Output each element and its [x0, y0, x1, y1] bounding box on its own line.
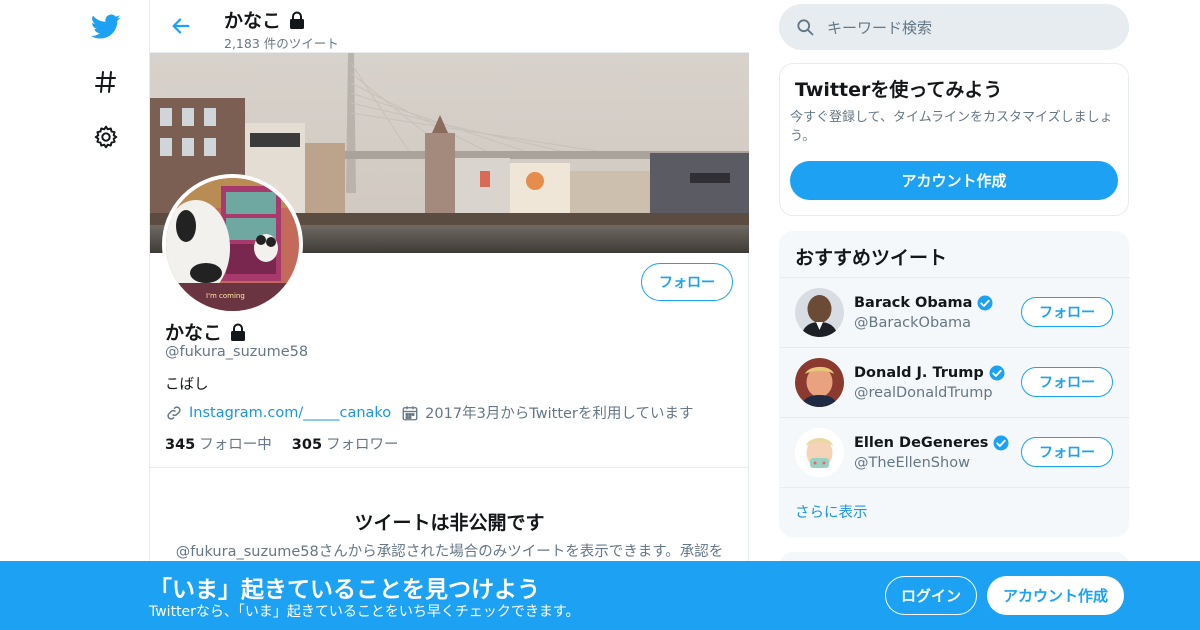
bottom-bar-title: 「いま」起きていることを見つけよう — [149, 577, 540, 603]
profile-bio: こばし — [165, 377, 209, 393]
rec-name-text: Barack Obama — [854, 295, 973, 311]
rec-name-text: Donald J. Trump — [854, 365, 984, 381]
signup-card-description: 今すぐ登録して、タイムラインをカスタマイズしましょう。 — [790, 110, 1113, 144]
private-description: @fukura_suzume58さんから承認された場合のみツイートを表示できます… — [175, 544, 724, 560]
followers-label: フォロワー — [326, 437, 399, 453]
search-placeholder: キーワード検索 — [827, 18, 933, 37]
left-nav — [78, 0, 134, 630]
recommended-card: おすすめツイート Barack Obama @BarackObama フォロー … — [779, 231, 1130, 537]
search-icon — [797, 19, 814, 36]
profile-avatar[interactable]: I'm coming — [162, 174, 303, 315]
profile-meta: Instagram.com/_____canako 2017年3月からTwitt… — [165, 402, 693, 423]
followers-count: 305 — [291, 437, 323, 453]
rec-name: Ellen DeGeneres — [854, 434, 1010, 452]
list-item[interactable]: Barack Obama @BarackObama フォロー — [780, 277, 1130, 347]
login-button[interactable]: ログイン — [885, 576, 977, 615]
twitter-logo-icon[interactable] — [88, 9, 124, 45]
following-stat[interactable]: 345 フォロー中 — [165, 433, 272, 454]
lock-icon — [231, 323, 246, 341]
list-item[interactable]: Ellen DeGeneres @TheEllenShow フォロー — [780, 417, 1130, 487]
following-label: フォロー中 — [199, 437, 272, 453]
avatar[interactable] — [795, 288, 844, 337]
follow-button[interactable]: フォロー — [1021, 437, 1113, 467]
rec-name: Barack Obama — [854, 294, 994, 312]
profile-header: かなこ 2,183 件のツイート — [150, 0, 749, 53]
signup-button[interactable]: アカウント作成 — [987, 576, 1124, 615]
profile-handle: @fukura_suzume58 — [165, 344, 309, 360]
profile-link[interactable]: Instagram.com/_____canako — [189, 405, 391, 421]
avatar-caption: I'm coming — [206, 292, 245, 300]
private-title: ツイートは非公開です — [354, 512, 545, 534]
rec-name: Donald J. Trump — [854, 364, 1006, 382]
signup-bottom-bar: 「いま」起きていることを見つけよう Twitterなら、「いま」起きていることを… — [0, 561, 1200, 630]
followers-stat[interactable]: 305 フォロワー — [292, 433, 399, 454]
verified-badge-icon — [993, 435, 1009, 451]
tweet-count: 2,183 件のツイート — [224, 36, 339, 51]
profile-column: かなこ 2,183 件のツイート I'm coming フォロー かなこ @fu… — [149, 0, 749, 630]
rec-handle: @BarackObama — [854, 315, 972, 331]
create-account-button[interactable]: アカウント作成 — [790, 161, 1118, 200]
divider — [780, 487, 1130, 488]
signup-card-title: Twitterを使ってみよう — [795, 79, 1003, 101]
search-input[interactable]: キーワード検索 — [779, 4, 1129, 50]
hashtag-icon[interactable] — [88, 64, 124, 100]
signup-card: Twitterを使ってみよう 今すぐ登録して、タイムラインをカスタマイズしましょ… — [779, 63, 1129, 216]
avatar[interactable] — [795, 358, 844, 407]
avatar[interactable] — [795, 428, 844, 477]
page: かなこ 2,183 件のツイート I'm coming フォロー かなこ @fu… — [0, 0, 1200, 630]
header-title: かなこ — [224, 6, 307, 33]
header-name: かなこ — [224, 10, 282, 32]
follow-button[interactable]: フォロー — [641, 263, 733, 301]
verified-badge-icon — [977, 295, 993, 311]
follow-button[interactable]: フォロー — [1021, 297, 1113, 327]
show-more-link[interactable]: さらに表示 — [795, 501, 868, 522]
follow-button[interactable]: フォロー — [1021, 367, 1113, 397]
recommended-title: おすすめツイート — [795, 247, 948, 269]
divider — [150, 467, 749, 468]
calendar-icon — [402, 405, 418, 420]
rec-name-text: Ellen DeGeneres — [854, 435, 989, 451]
profile-display-name: かなこ — [165, 322, 223, 344]
bottom-bar-subtitle: Twitterなら、「いま」起きていることをいち早くチェックできます。 — [149, 604, 580, 620]
profile-name: かなこ — [165, 318, 248, 345]
rec-handle: @realDonaldTrump — [854, 385, 993, 401]
back-arrow-icon[interactable] — [166, 11, 196, 41]
profile-stats: 345 フォロー中 305 フォロワー — [165, 433, 399, 454]
profile-joined: 2017年3月からTwitterを利用しています — [425, 406, 694, 422]
link-icon — [167, 405, 181, 420]
verified-badge-icon — [989, 365, 1005, 381]
gear-icon[interactable] — [88, 119, 124, 155]
following-count: 345 — [165, 437, 196, 453]
rec-handle: @TheEllenShow — [854, 455, 970, 471]
lock-icon — [290, 11, 305, 29]
list-item[interactable]: Donald J. Trump @realDonaldTrump フォロー — [780, 347, 1130, 417]
